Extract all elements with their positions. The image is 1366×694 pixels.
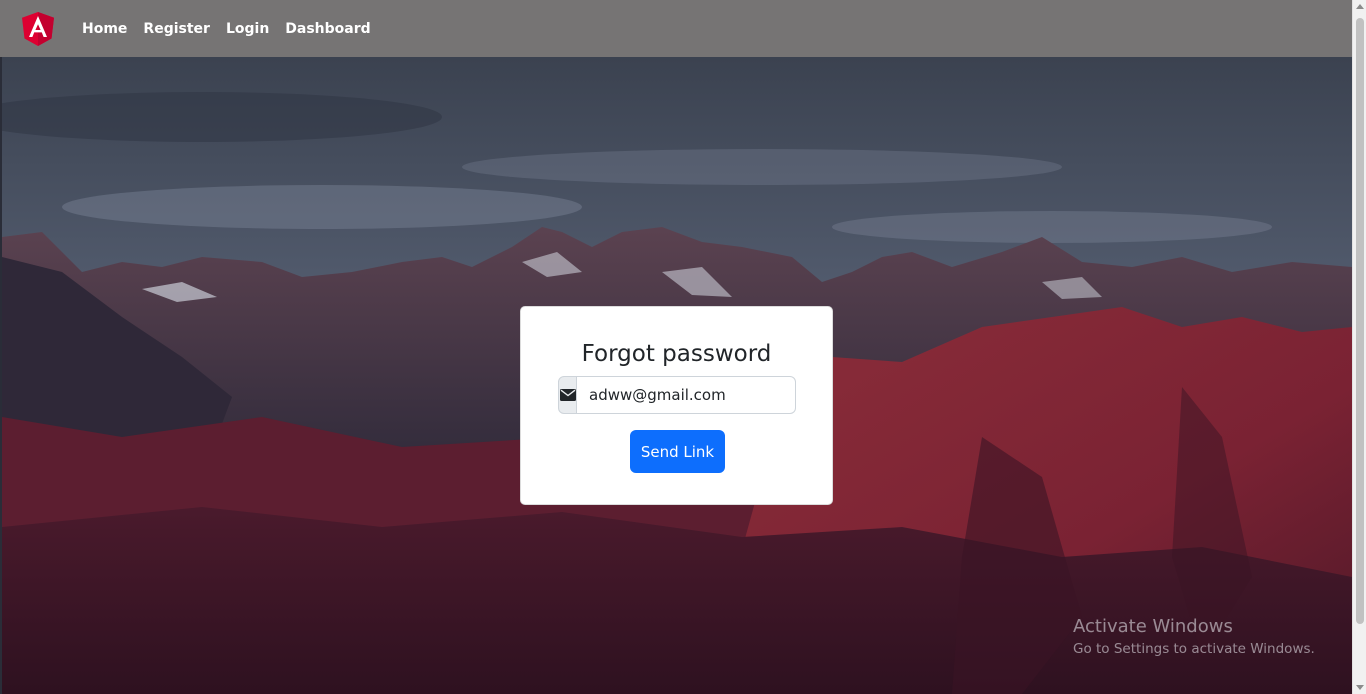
scroll-down-arrow-icon[interactable] (1356, 685, 1364, 690)
activate-windows-watermark: Activate Windows Go to Settings to activ… (1073, 616, 1315, 657)
scrollbar-thumb[interactable] (1356, 18, 1364, 624)
nav-link-register[interactable]: Register (143, 21, 210, 37)
nav-link-home[interactable]: Home (82, 21, 127, 37)
email-field[interactable] (577, 376, 796, 414)
top-navbar: Home Register Login Dashboard (0, 0, 1352, 57)
watermark-subtitle: Go to Settings to activate Windows. (1073, 641, 1315, 657)
nav-link-dashboard[interactable]: Dashboard (285, 21, 370, 37)
send-link-button[interactable]: Send Link (630, 430, 725, 473)
angular-logo-icon[interactable] (22, 11, 54, 46)
nav-link-login[interactable]: Login (226, 21, 269, 37)
vertical-scrollbar[interactable] (1352, 0, 1366, 694)
scroll-up-arrow-icon[interactable] (1356, 4, 1364, 9)
forgot-password-card: Forgot password Send Link (520, 306, 833, 505)
card-title: Forgot password (581, 341, 772, 367)
envelope-icon (558, 376, 577, 414)
email-input-group (558, 376, 796, 414)
watermark-title: Activate Windows (1073, 616, 1233, 637)
